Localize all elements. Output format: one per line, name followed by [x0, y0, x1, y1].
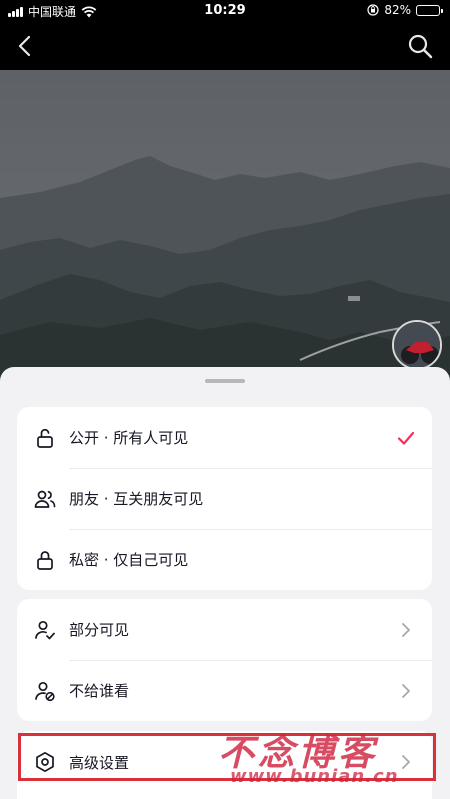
drag-handle[interactable] [205, 379, 245, 383]
option-hide-from[interactable]: 不给谁看 [17, 660, 432, 721]
partial-visibility-card: 部分可见 不给谁看 [17, 599, 432, 721]
avatar[interactable] [392, 320, 442, 370]
option-public-label: 公开 · 所有人可见 [69, 429, 189, 447]
unlock-icon [37, 428, 53, 448]
option-private-label: 私密 · 仅自己可见 [69, 551, 189, 569]
option-friends[interactable]: 朋友 · 互关朋友可见 [17, 468, 432, 529]
user-block-icon [35, 681, 55, 701]
option-private[interactable]: 私密 · 仅自己可见 [17, 529, 432, 590]
highlight-annotation-box [18, 733, 436, 781]
nav-bar [0, 22, 450, 70]
video-cover-image [0, 70, 450, 380]
option-hide-from-label: 不给谁看 [69, 682, 130, 700]
battery-icon [416, 4, 443, 16]
status-right: 82% [367, 3, 443, 17]
battery-percent: 82% [384, 3, 411, 17]
chevron-right-icon [402, 622, 410, 637]
option-partial-visible-label: 部分可见 [69, 621, 130, 639]
orientation-lock-icon [367, 4, 379, 16]
lock-icon [37, 550, 53, 570]
option-partial-visible[interactable]: 部分可见 [17, 599, 432, 660]
friends-icon [34, 490, 56, 508]
option-public[interactable]: 公开 · 所有人可见 [17, 407, 432, 468]
option-friends-label: 朋友 · 互关朋友可见 [69, 490, 204, 508]
user-check-icon [35, 620, 55, 639]
status-bar: 中国联通 10:29 82% [0, 0, 450, 22]
search-icon[interactable] [406, 32, 434, 60]
chevron-right-icon [402, 683, 410, 698]
visibility-options-card: 公开 · 所有人可见 朋友 · 互关朋友可见 私密 · 仅自己可见 [17, 407, 432, 590]
chevron-left-icon[interactable] [12, 32, 40, 60]
checkmark-icon [397, 431, 415, 445]
